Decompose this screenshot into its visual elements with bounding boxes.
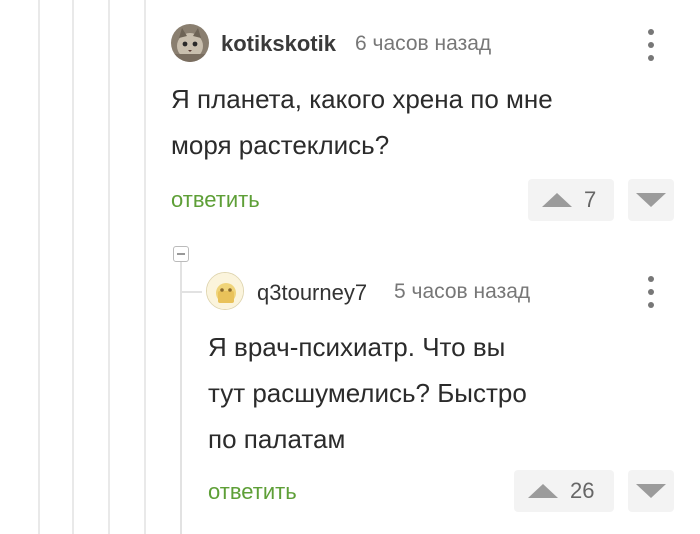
downvote-button[interactable] xyxy=(628,179,674,221)
thread-line-4 xyxy=(144,0,146,534)
reply-text-line: тут расшумелись? Быстро xyxy=(208,378,527,408)
comments-thread: kotikskotik 6 часов назад Я планета, как… xyxy=(0,0,700,534)
cat-avatar-icon xyxy=(171,24,209,62)
triangle-up-icon xyxy=(528,484,558,498)
triangle-down-icon xyxy=(636,193,666,207)
comment-text-line: моря растеклись? xyxy=(171,130,390,160)
reply-button[interactable]: ответить xyxy=(208,479,297,505)
reply-connector xyxy=(180,291,202,293)
upvote-button[interactable]: 7 xyxy=(528,179,614,221)
upvote-button[interactable]: 26 xyxy=(514,470,614,512)
triangle-down-icon xyxy=(636,484,666,498)
reply-body: Я врач-психиатр. Что вы тут расшумелись?… xyxy=(208,324,527,462)
avatar[interactable] xyxy=(206,272,244,310)
timestamp[interactable]: 6 часов назад xyxy=(355,32,491,56)
thread-line-2 xyxy=(72,0,74,534)
comment-body: Я планета, какого хрена по мне моря раст… xyxy=(171,76,553,168)
triangle-up-icon xyxy=(542,193,572,207)
reply-text-line: Я врач-психиатр. Что вы xyxy=(208,332,506,362)
avatar-icon xyxy=(207,273,243,309)
username[interactable]: q3tourney7 xyxy=(257,280,367,306)
reply-thread-line xyxy=(180,262,182,534)
timestamp[interactable]: 5 часов назад xyxy=(394,280,530,304)
comment-text-line: Я планета, какого хрена по мне xyxy=(171,84,553,114)
kebab-menu-icon[interactable] xyxy=(637,272,665,312)
avatar[interactable] xyxy=(171,24,209,62)
vote-count: 26 xyxy=(570,478,595,503)
thread-line-1 xyxy=(38,0,40,534)
username[interactable]: kotikskotik xyxy=(221,31,336,57)
thread-line-3 xyxy=(108,0,110,534)
vote-count: 7 xyxy=(584,187,597,212)
reply-text-line: по палатам xyxy=(208,424,346,454)
downvote-button[interactable] xyxy=(628,470,674,512)
kebab-menu-icon[interactable] xyxy=(637,25,665,65)
collapse-thread-button[interactable] xyxy=(173,246,189,262)
reply-button[interactable]: ответить xyxy=(171,187,260,213)
